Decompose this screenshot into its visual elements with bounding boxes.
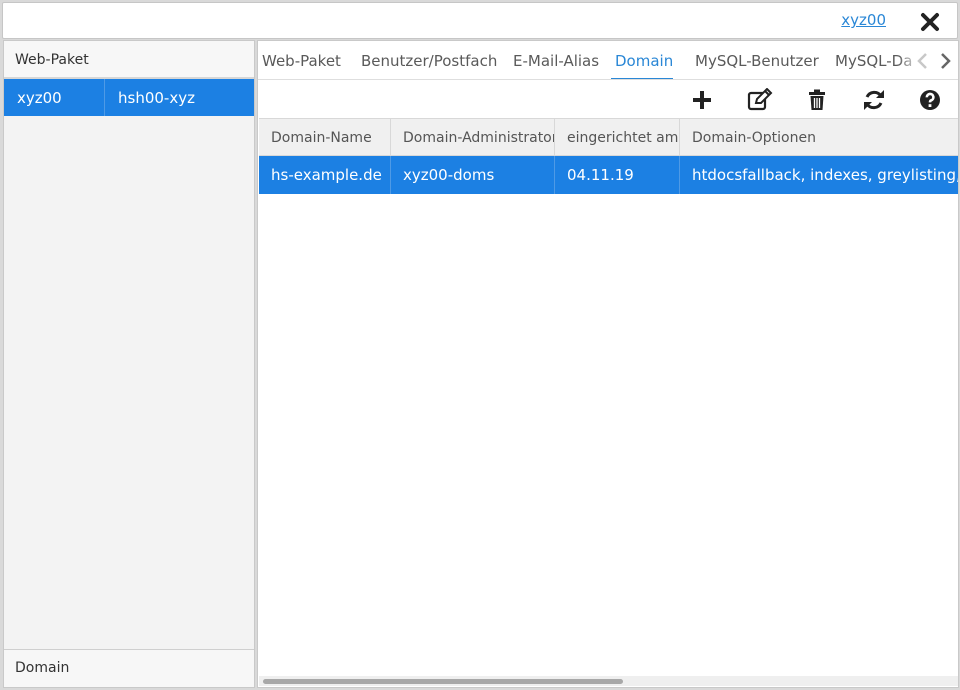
cell-domain-administrator: xyz00-doms bbox=[391, 156, 555, 194]
user-link[interactable]: xyz00 bbox=[841, 11, 886, 29]
left-panel-footer[interactable]: Domain bbox=[4, 649, 254, 687]
tab-scroll-right-icon[interactable] bbox=[938, 52, 952, 70]
horizontal-scrollbar[interactable] bbox=[259, 676, 958, 686]
tab-web-paket[interactable]: Web-Paket bbox=[262, 52, 341, 70]
package-row[interactable]: xyz00 hsh00-xyz bbox=[4, 79, 254, 116]
trash-icon[interactable] bbox=[805, 88, 829, 112]
package-value: hsh00-xyz bbox=[118, 89, 195, 107]
plus-icon[interactable] bbox=[690, 88, 714, 112]
column-header-domain-optionen[interactable]: Domain-Optionen bbox=[680, 119, 958, 155]
tab-benutzer-postfach[interactable]: Benutzer/Postfach bbox=[361, 52, 497, 70]
column-header-eingerichtet-am[interactable]: eingerichtet am bbox=[555, 119, 680, 155]
tab-mysql-benutzer[interactable]: MySQL-Benutzer bbox=[695, 52, 819, 70]
tab-scroll-left-icon[interactable] bbox=[916, 52, 930, 70]
help-icon[interactable] bbox=[918, 88, 942, 112]
refresh-icon[interactable] bbox=[862, 88, 886, 112]
top-bar: xyz00 bbox=[2, 2, 958, 39]
cell-domain-name: hs-example.de bbox=[259, 156, 391, 194]
toolbar bbox=[258, 80, 958, 118]
cell-eingerichtet-am: 04.11.19 bbox=[555, 156, 680, 194]
left-panel-title: Web-Paket bbox=[4, 41, 254, 79]
column-header-domain-administrator[interactable]: Domain-Administrator bbox=[391, 119, 555, 155]
tab-bar: Web-Paket Benutzer/Postfach E-Mail-Alias… bbox=[258, 41, 958, 80]
scrollbar-thumb[interactable] bbox=[263, 679, 623, 684]
tab-email-alias[interactable]: E-Mail-Alias bbox=[513, 52, 599, 70]
close-icon[interactable] bbox=[919, 11, 941, 33]
right-panel: Web-Paket Benutzer/Postfach E-Mail-Alias… bbox=[257, 40, 959, 688]
package-name: xyz00 bbox=[4, 79, 105, 116]
table-row[interactable]: hs-example.de xyz00-doms 04.11.19 htdocs… bbox=[259, 156, 959, 194]
tab-domain[interactable]: Domain bbox=[615, 52, 673, 70]
left-panel: Web-Paket xyz00 hsh00-xyz Domain bbox=[3, 40, 255, 688]
column-header-domain-name[interactable]: Domain-Name bbox=[259, 119, 391, 155]
edit-icon[interactable] bbox=[747, 87, 773, 112]
cell-domain-optionen: htdocsfallback, indexes, greylisting, in bbox=[692, 166, 959, 184]
table-header: Domain-Name Domain-Administrator eingeri… bbox=[259, 118, 958, 156]
